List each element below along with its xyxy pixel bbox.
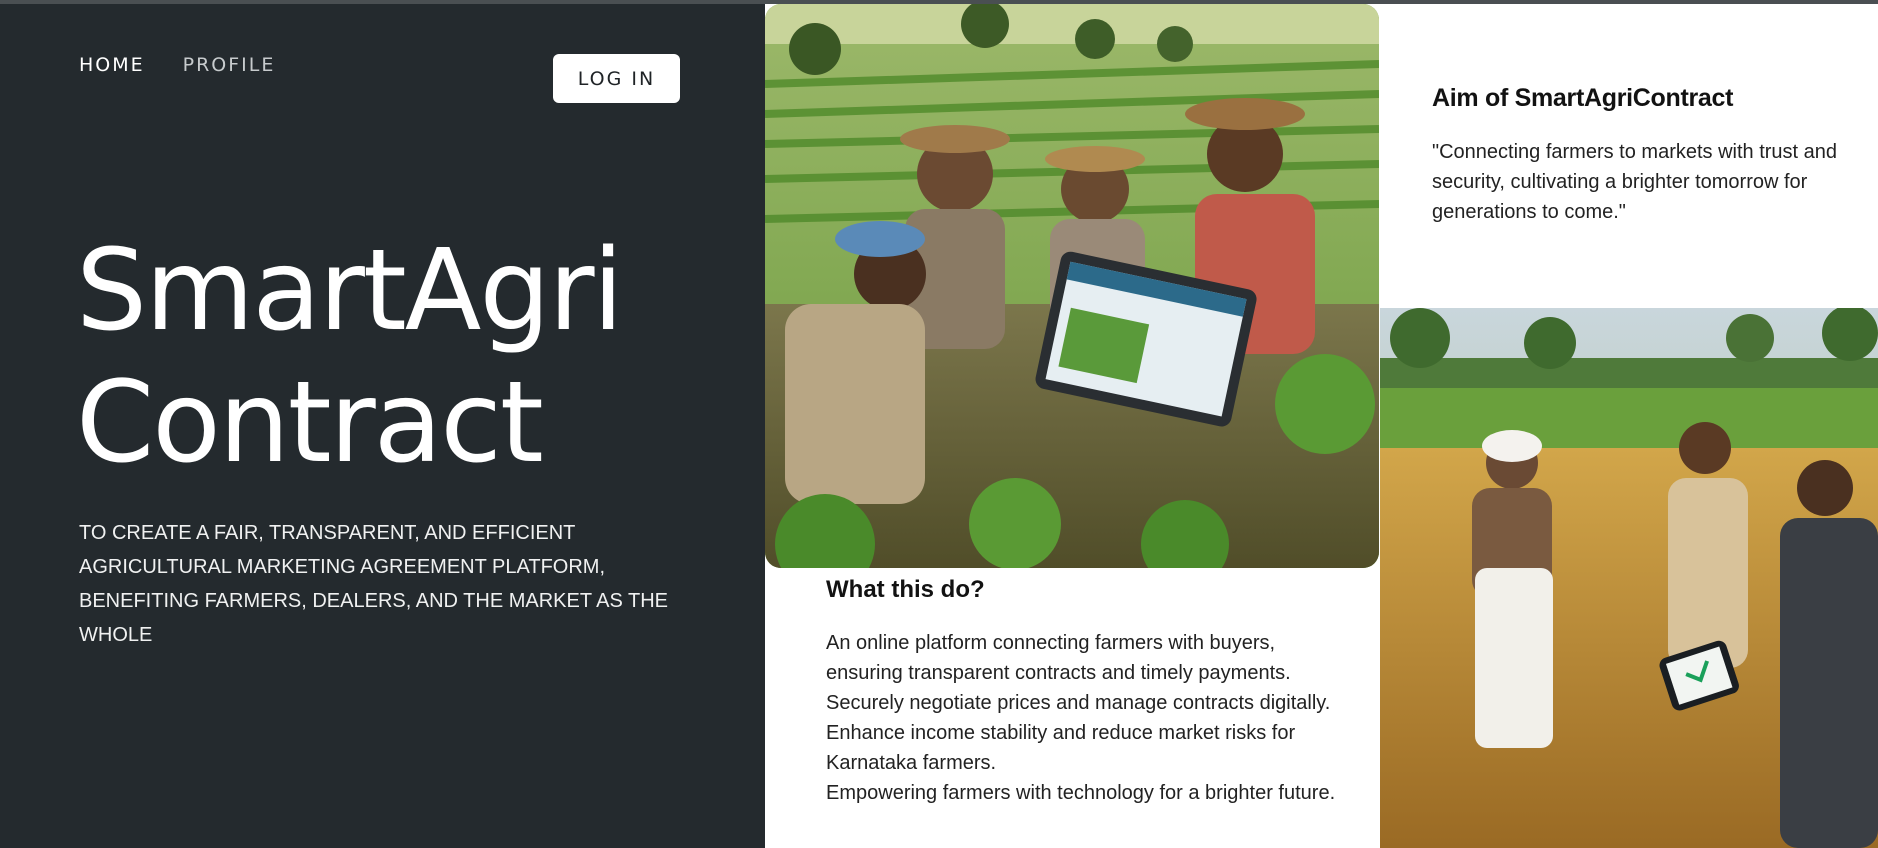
- nav-profile-link[interactable]: PROFILE: [183, 54, 276, 76]
- what-list: An online platform connecting farmers wi…: [826, 628, 1346, 808]
- page-title: SmartAgri Contract: [76, 225, 736, 489]
- aim-section: Aim of SmartAgriContract "Connecting far…: [1432, 84, 1872, 227]
- mission-statement: TO CREATE A FAIR, TRANSPARENT, AND EFFIC…: [79, 522, 669, 646]
- farmers-tablet-image: [765, 4, 1379, 568]
- list-item: Empowering farmers with technology for a…: [826, 782, 1336, 804]
- aim-quote: "Connecting farmers to markets with trus…: [1432, 141, 1838, 223]
- login-button[interactable]: LOG IN: [553, 54, 680, 103]
- nav-home-link[interactable]: HOME: [79, 54, 145, 76]
- top-border: [0, 0, 1878, 4]
- list-item: Securely negotiate prices and manage con…: [826, 692, 1331, 714]
- hero-panel: HOME PROFILE LOG IN SmartAgri Contract T…: [0, 0, 765, 848]
- what-section: What this do? An online platform connect…: [826, 576, 1346, 808]
- aim-heading: Aim of SmartAgriContract: [1432, 84, 1734, 112]
- title-line-2: Contract: [76, 358, 544, 488]
- what-heading: What this do?: [826, 576, 985, 603]
- farmers-tablet-illustration: [765, 4, 1379, 568]
- list-item: An online platform connecting farmers wi…: [826, 632, 1291, 684]
- farmer-field-image: [1380, 308, 1878, 848]
- main-nav: HOME PROFILE: [79, 54, 275, 76]
- title-line-1: SmartAgri: [76, 226, 624, 356]
- farmer-field-illustration: [1380, 308, 1878, 848]
- list-item: Enhance income stability and reduce mark…: [826, 722, 1296, 774]
